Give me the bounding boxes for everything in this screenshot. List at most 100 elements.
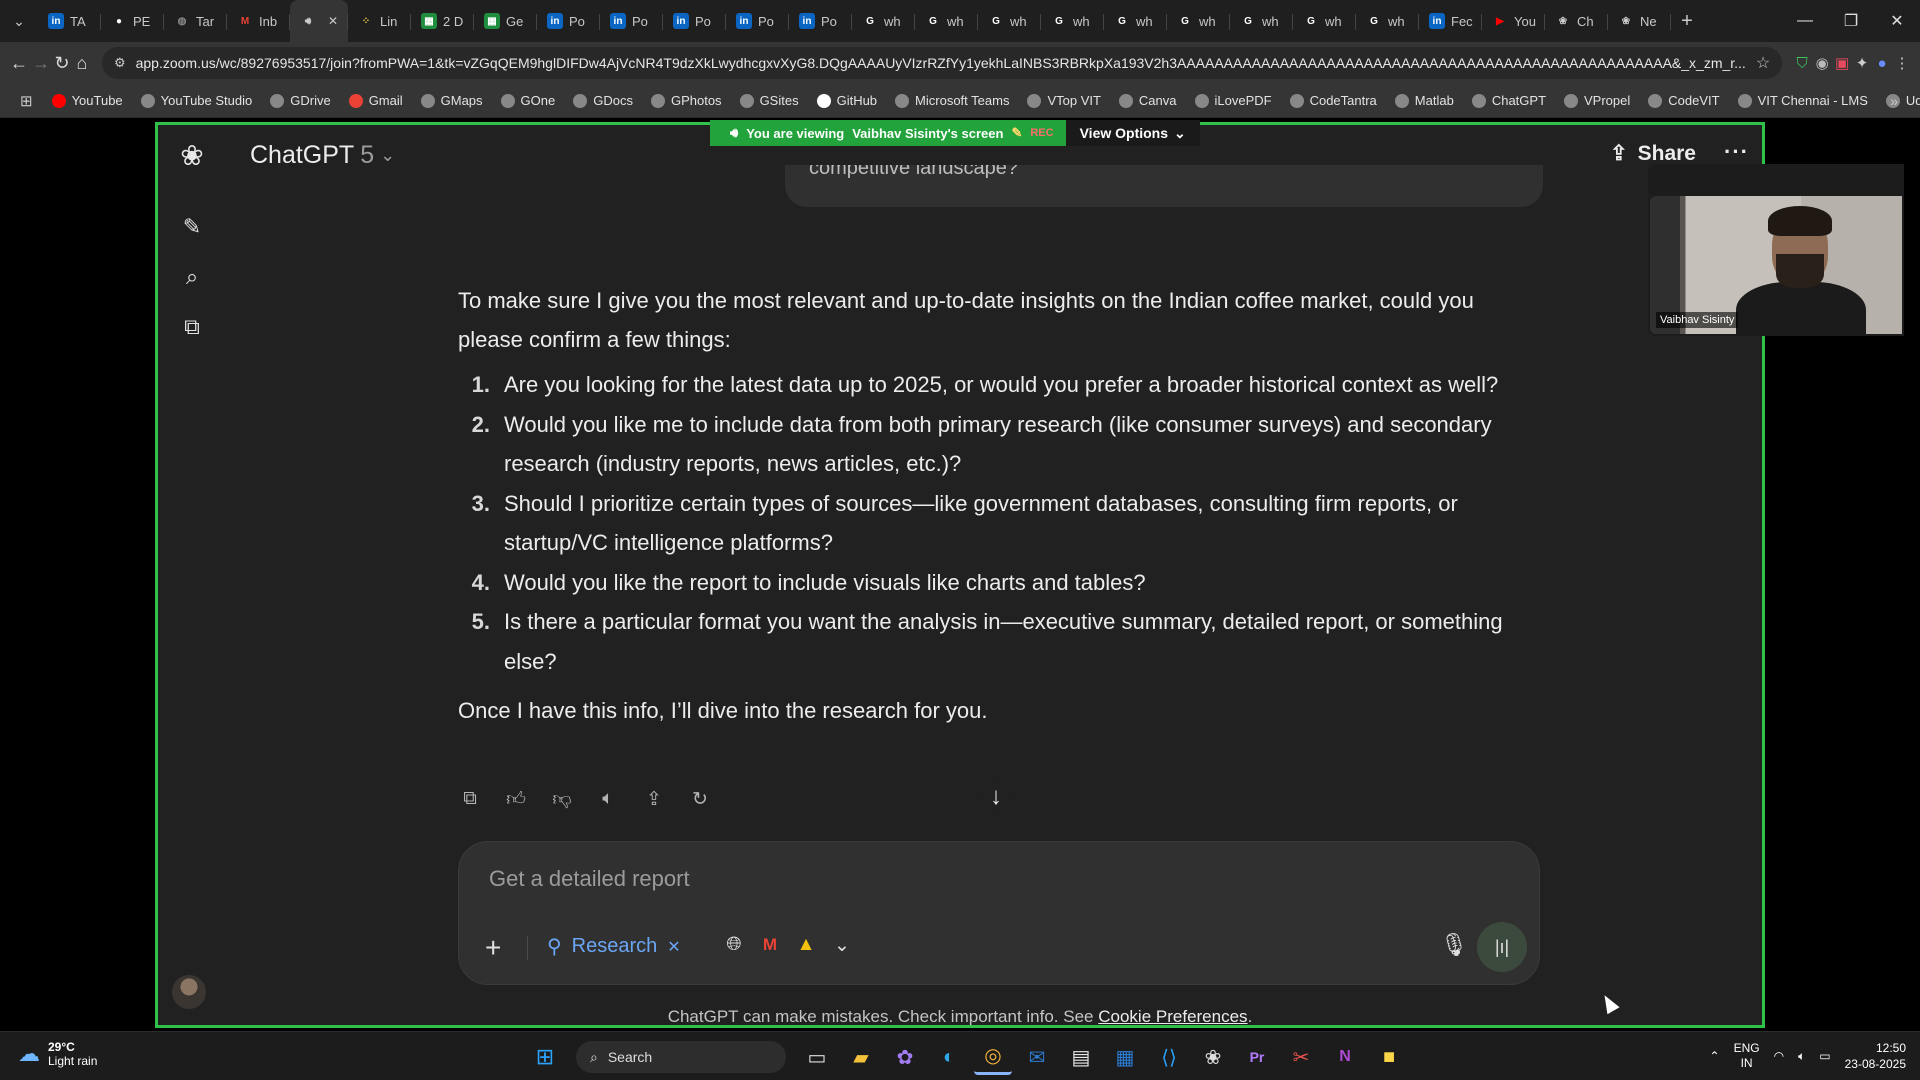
research-chip[interactable]: ⚲ Research ✕ [547, 934, 681, 959]
google-drive-icon[interactable]: ▲ [793, 932, 819, 958]
battery-icon[interactable]: ▭ [1819, 1049, 1830, 1063]
file-explorer-icon[interactable]: ▰ [842, 1039, 880, 1075]
new-chat-pencil-icon[interactable]: ✎ [178, 213, 206, 241]
tools-chevron-down-icon[interactable]: ⌄ [829, 932, 855, 958]
bookmark-item[interactable]: CodeTantra [1281, 93, 1386, 108]
reload-icon[interactable]: ↻ [54, 47, 70, 79]
more-options-icon[interactable]: ··· [1724, 139, 1749, 165]
scroll-down-arrow-icon[interactable]: ↓ [978, 779, 1014, 815]
openai-logo-icon[interactable]: ❀ [176, 139, 208, 171]
browser-tab[interactable]: ◍ Tar [164, 0, 227, 42]
copilot-icon[interactable]: ✿ [886, 1039, 924, 1075]
bookmark-item[interactable]: GPhotos [642, 93, 731, 108]
browser-tab[interactable]: Gwh [1293, 0, 1356, 42]
search-icon[interactable]: ⌕ [178, 263, 206, 291]
tab-search-chevron-icon[interactable]: ⌄ [0, 0, 38, 42]
bookmark-item[interactable]: GDocs [564, 93, 642, 108]
view-options-button[interactable]: View Options ⌄ [1065, 120, 1200, 146]
share-response-icon[interactable]: ⇪ [642, 787, 666, 811]
bookmark-item[interactable]: Udemy [1877, 93, 1920, 108]
browser-tab[interactable]: Gwh [1167, 0, 1230, 42]
browser-tab[interactable]: Gwh [978, 0, 1041, 42]
clock[interactable]: 12:50 23-08-2025 [1845, 1040, 1906, 1072]
bookmark-item[interactable]: CodeVIT [1639, 93, 1728, 108]
browser-tab[interactable]: in Po [789, 0, 852, 42]
bookmark-item[interactable]: VPropel [1555, 93, 1639, 108]
task-view-icon[interactable]: ▭ [798, 1039, 836, 1075]
extensions-puzzle-icon[interactable]: ✦ [1854, 47, 1870, 79]
bookmark-item[interactable]: Canva [1110, 93, 1186, 108]
more-bookmarks-icon[interactable]: » [1890, 93, 1898, 109]
sticky-notes-icon[interactable]: ■ [1370, 1039, 1408, 1075]
browser-tab[interactable]: Gwh [1356, 0, 1419, 42]
message-composer[interactable]: Get a detailed report + ⚲ Research ✕ 🌐︎ … [458, 841, 1540, 985]
browser-tab[interactable]: ❀ Ch [1545, 0, 1608, 42]
cookie-preferences-link[interactable]: Cookie Preferences [1098, 1007, 1247, 1025]
browser-menu-icon[interactable]: ⋮ [1894, 47, 1910, 79]
browser-tab[interactable]: in Fec [1419, 0, 1482, 42]
add-attachment-plus-icon[interactable]: + [485, 932, 501, 964]
snipping-tool-icon[interactable]: ✂ [1282, 1039, 1320, 1075]
gmail-icon[interactable]: M [757, 932, 783, 958]
browser-tab[interactable]: 🔊︎ ✕ [290, 0, 348, 42]
bookmark-item[interactable]: VIT Chennai - LMS [1729, 93, 1877, 108]
participant-video-tile[interactable]: Vaibhav Sisinty [1648, 194, 1904, 336]
bookmark-item[interactable]: GMaps [412, 93, 492, 108]
camera-extension-icon[interactable]: ◉ [1814, 47, 1830, 79]
chrome-icon[interactable]: ◎ [974, 1039, 1012, 1075]
outlook-icon[interactable]: ✉ [1018, 1039, 1056, 1075]
thumbs-up-icon[interactable]: 👍︎ [504, 787, 528, 811]
copy-icon[interactable]: ⧉ [458, 787, 482, 811]
windows-start-icon[interactable]: ⊞ [526, 1039, 564, 1075]
browser-tab[interactable]: ❀ Ne [1608, 0, 1671, 42]
bookmark-item[interactable]: GitHub [808, 93, 886, 108]
voice-mode-icon[interactable]: |ı| [1477, 922, 1527, 972]
edge-icon[interactable]: ◐ [930, 1039, 968, 1075]
openai-app-icon[interactable]: ❀ [1194, 1039, 1232, 1075]
composer-input[interactable]: Get a detailed report [489, 866, 690, 892]
close-window-icon[interactable]: ✕ [1874, 0, 1920, 42]
remove-research-icon[interactable]: ✕ [667, 937, 680, 957]
bookmark-star-icon[interactable]: ☆ [1756, 53, 1770, 73]
site-info-icon[interactable]: ⚙ [114, 55, 126, 71]
read-aloud-icon[interactable]: 🔈︎ [596, 787, 620, 811]
bookmark-item[interactable]: GOne [492, 93, 565, 108]
bookmark-item[interactable]: GDrive [261, 93, 339, 108]
profile-avatar-icon[interactable]: ● [1874, 47, 1890, 79]
browser-tab[interactable]: M Inb [227, 0, 290, 42]
library-icon[interactable]: ⧉ [178, 313, 206, 341]
premiere-icon[interactable]: Pr [1238, 1039, 1276, 1075]
weather-widget[interactable]: ☁ 29°C Light rain [18, 1040, 97, 1068]
close-tab-icon[interactable]: ✕ [328, 14, 338, 28]
volume-icon[interactable]: 🔈︎ [1798, 1049, 1805, 1064]
url-text[interactable]: app.zoom.us/wc/89276953517/join?fromPWA=… [136, 55, 1746, 71]
bookmark-item[interactable]: ChatGPT [1463, 93, 1555, 108]
thumbs-down-icon[interactable]: 👎︎ [550, 787, 574, 811]
wifi-icon[interactable]: ◠ [1774, 1049, 1784, 1063]
window-app-icon[interactable]: ▦ [1106, 1039, 1144, 1075]
bookmark-item[interactable]: VTop VIT [1018, 93, 1109, 108]
shield-extension-icon[interactable]: ⛉ [1794, 47, 1810, 79]
home-icon[interactable]: ⌂ [74, 47, 90, 79]
browser-tab[interactable]: in Po [600, 0, 663, 42]
browser-tab[interactable]: in TA [38, 0, 101, 42]
bookmark-item[interactable]: Matlab [1386, 93, 1463, 108]
web-globe-icon[interactable]: 🌐︎ [721, 932, 747, 958]
language-indicator[interactable]: ENG IN [1734, 1041, 1760, 1071]
address-bar[interactable]: ⚙ app.zoom.us/wc/89276953517/join?fromPW… [101, 47, 1783, 79]
browser-tab[interactable]: Gwh [1230, 0, 1293, 42]
forward-arrow-icon[interactable]: → [32, 47, 50, 79]
user-avatar[interactable] [172, 975, 206, 1009]
microphone-icon[interactable]: 🎙︎ [1439, 930, 1469, 960]
tray-chevron-up-icon[interactable]: ⌃ [1710, 1049, 1720, 1063]
bookmark-item[interactable]: iLovePDF [1186, 93, 1281, 108]
bookmark-item[interactable]: YouTube [43, 93, 132, 108]
browser-tab[interactable]: in Po [663, 0, 726, 42]
taskbar-search[interactable]: ⌕ Search [576, 1041, 786, 1073]
minimize-icon[interactable]: — [1782, 0, 1828, 42]
browser-tab[interactable]: Gwh [852, 0, 915, 42]
browser-tab[interactable]: ▶ You [1482, 0, 1545, 42]
onenote-icon[interactable]: N [1326, 1039, 1364, 1075]
pocket-extension-icon[interactable]: ▣ [1834, 47, 1850, 79]
browser-tab[interactable]: Gwh [1041, 0, 1104, 42]
